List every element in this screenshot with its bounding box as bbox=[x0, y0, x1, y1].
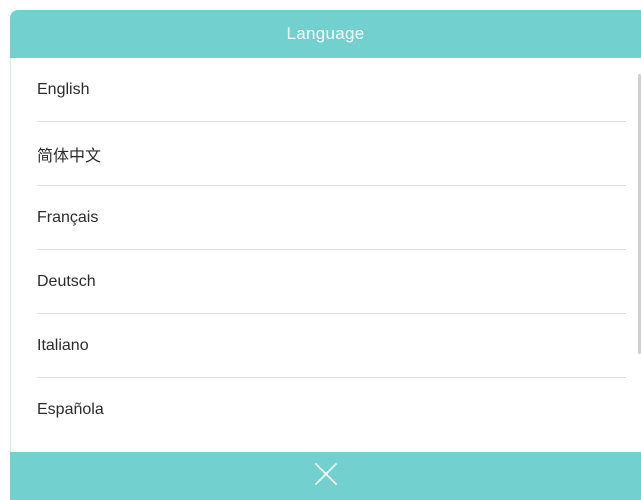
language-label: Deutsch bbox=[37, 272, 96, 290]
language-item-german[interactable]: Deutsch bbox=[37, 250, 626, 314]
scrollbar[interactable] bbox=[637, 58, 641, 452]
language-label: English bbox=[37, 80, 90, 98]
close-button[interactable] bbox=[302, 452, 350, 500]
language-label: Italiano bbox=[37, 336, 89, 354]
language-item-italian[interactable]: Italiano bbox=[37, 314, 626, 378]
language-list[interactable]: English 简体中文 Français Deutsch Italiano E… bbox=[10, 58, 641, 452]
language-item-simplified-chinese[interactable]: 简体中文 bbox=[37, 122, 626, 186]
dialog-title: Language bbox=[286, 24, 365, 43]
dialog-header: Language bbox=[10, 10, 641, 58]
close-icon bbox=[314, 462, 337, 490]
language-label: Français bbox=[37, 208, 99, 226]
dialog-footer bbox=[10, 452, 641, 500]
language-item-french[interactable]: Français bbox=[37, 186, 626, 250]
language-item-spanish[interactable]: Española bbox=[37, 378, 626, 442]
language-item-english[interactable]: English bbox=[37, 58, 626, 122]
language-label: Española bbox=[37, 401, 104, 418]
language-label: 简体中文 bbox=[37, 147, 102, 165]
language-dialog: Language English 简体中文 Français Deutsch I… bbox=[10, 10, 641, 500]
